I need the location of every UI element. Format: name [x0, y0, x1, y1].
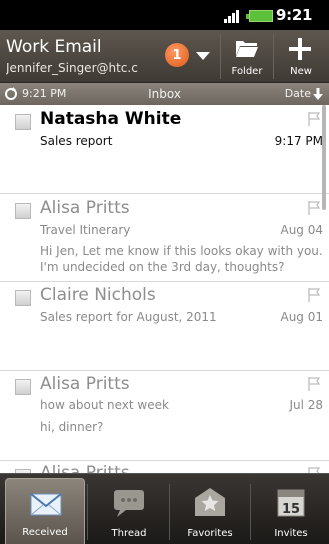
- message-row[interactable]: Alisa Pritts how about next week Jul 28 …: [0, 371, 329, 461]
- new-button[interactable]: New: [277, 30, 325, 83]
- select-checkbox[interactable]: [15, 203, 31, 219]
- tab-divider: [87, 484, 88, 540]
- message-sender: Claire Nichols: [40, 285, 156, 305]
- plus-icon: [289, 38, 311, 60]
- speech-bubble-icon: [114, 490, 144, 517]
- tab-received[interactable]: Received: [5, 478, 85, 544]
- message-row[interactable]: Alisa Pritts Travel Itinerary Aug 04 Hi …: [0, 194, 329, 282]
- flag-icon[interactable]: [308, 112, 320, 126]
- message-subject: how about next week: [40, 398, 169, 412]
- flag-icon[interactable]: [308, 201, 320, 215]
- message-date: Aug 04: [280, 223, 323, 237]
- sort-label[interactable]: Date: [285, 87, 311, 100]
- calendar-day: 15: [282, 502, 300, 517]
- message-subject: Travel Itinerary: [40, 223, 131, 237]
- mail-header: Work Email Jennifer_Singer@htc.c 1 Folde…: [0, 30, 329, 83]
- flag-icon[interactable]: [308, 288, 320, 302]
- message-sender: Natasha White: [40, 109, 182, 129]
- flag-icon[interactable]: [308, 377, 320, 391]
- message-row[interactable]: Natasha White Sales report 9:17 PM: [0, 105, 329, 194]
- inbox-subbar: 9:21 PM Inbox Date: [0, 83, 329, 105]
- message-preview: hi, dinner?: [40, 420, 104, 434]
- folder-button[interactable]: Folder: [223, 30, 271, 83]
- folder-icon: [236, 41, 258, 57]
- unread-count-badge[interactable]: 1: [165, 43, 189, 67]
- message-sender: Alisa Pritts: [40, 374, 130, 394]
- select-checkbox[interactable]: [15, 379, 31, 395]
- message-row[interactable]: Claire Nichols Sales report for August, …: [0, 282, 329, 371]
- tab-thread[interactable]: Thread: [89, 478, 169, 544]
- message-date: Jul 28: [289, 398, 323, 412]
- tab-label: Invites: [274, 528, 308, 539]
- message-sender: Alisa Pritts: [40, 198, 130, 218]
- status-bar: 9:21 PM: [0, 0, 329, 41]
- header-divider: [273, 34, 274, 79]
- envelope-icon: [30, 493, 62, 516]
- battery-icon: [246, 10, 273, 22]
- signal-icon: [224, 9, 244, 23]
- account-title[interactable]: Work Email: [6, 37, 102, 57]
- calendar-icon: 15: [277, 489, 305, 517]
- header-divider: [220, 34, 221, 79]
- tab-label: Received: [22, 527, 68, 538]
- message-subject: Sales report for August, 2011: [40, 310, 217, 324]
- select-checkbox[interactable]: [15, 114, 31, 130]
- tab-label: Thread: [111, 528, 147, 539]
- bottom-tab-bar: Received Thread Favorites 15 Invites: [0, 473, 329, 544]
- message-preview: Hi Jen, Let me know if this looks okay w…: [40, 244, 323, 274]
- message-date: Aug 01: [280, 310, 323, 324]
- sort-down-arrow-icon[interactable]: [313, 87, 323, 101]
- message-subject: Sales report: [40, 134, 113, 148]
- tab-invites[interactable]: 15 Invites: [251, 478, 329, 544]
- message-list: Natasha White Sales report 9:17 PM Alisa…: [0, 105, 329, 473]
- folder-button-label: Folder: [231, 66, 263, 77]
- message-date: 9:17 PM: [274, 134, 323, 148]
- message-row[interactable]: Alisa Pritts: [0, 461, 329, 473]
- current-folder-name: Inbox: [148, 87, 181, 101]
- account-dropdown-icon[interactable]: [196, 52, 210, 60]
- tab-label: Favorites: [187, 528, 233, 539]
- message-sender: Alisa Pritts: [40, 463, 130, 473]
- select-checkbox[interactable]: [15, 290, 31, 306]
- star-envelope-icon: [195, 488, 225, 516]
- list-scrollbar[interactable]: [322, 105, 326, 210]
- account-email[interactable]: Jennifer_Singer@htc.c: [6, 61, 153, 75]
- tab-favorites[interactable]: Favorites: [170, 478, 250, 544]
- new-button-label: New: [290, 66, 312, 77]
